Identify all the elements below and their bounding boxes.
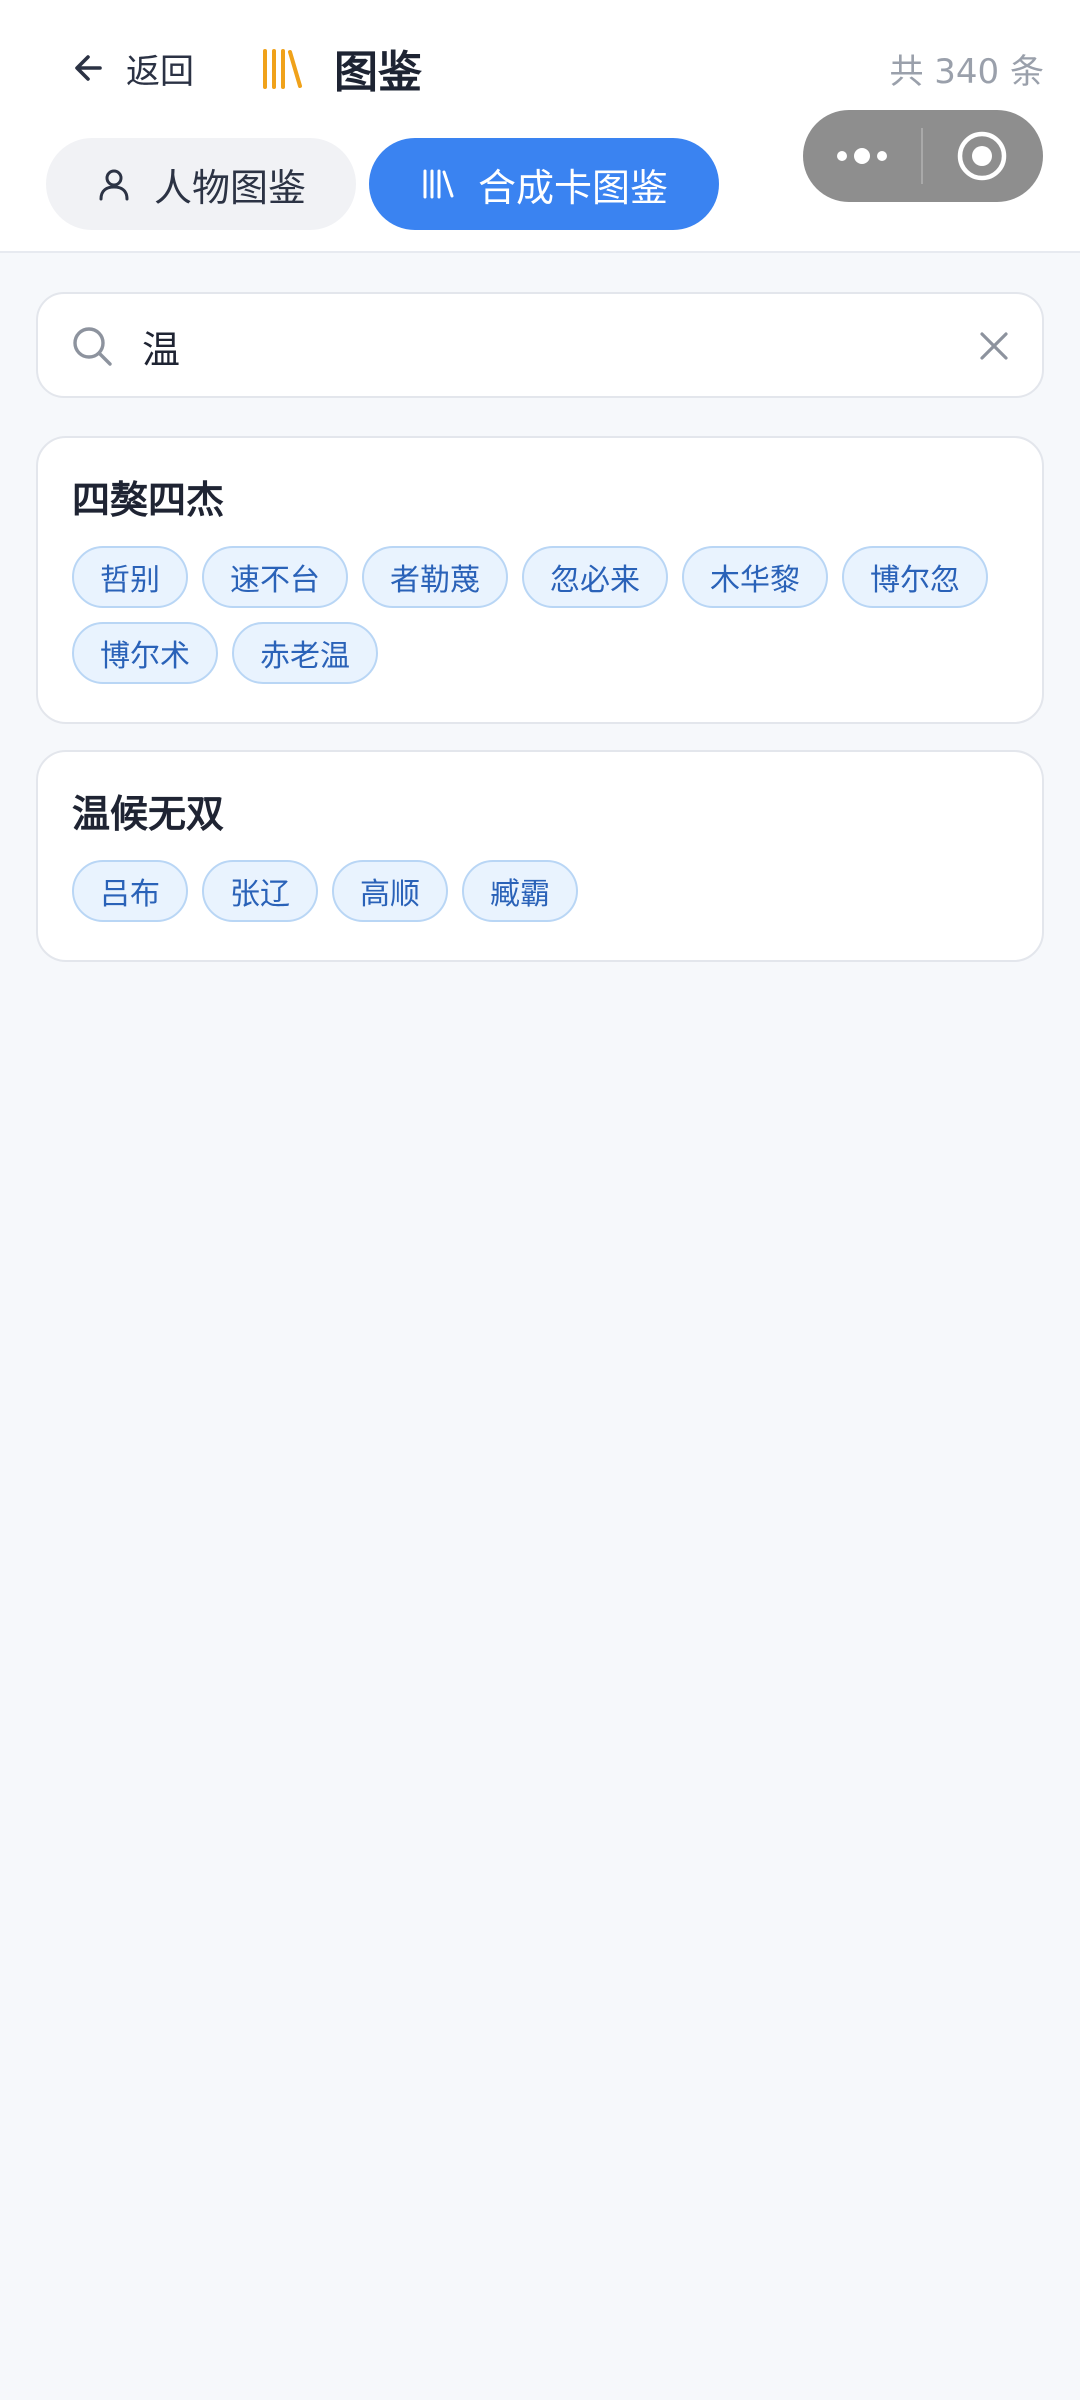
member-chip[interactable]: 臧霸 [462, 860, 578, 922]
total-count: 共 340 条 [889, 52, 1044, 92]
member-chip[interactable]: 博尔忽 [842, 546, 988, 608]
search-icon [73, 327, 112, 366]
clear-icon[interactable] [976, 328, 1012, 364]
tab-label: 合成卡图鉴 [477, 165, 668, 210]
search-input[interactable] [142, 312, 962, 380]
member-chip[interactable]: 木华黎 [682, 546, 828, 608]
library-icon [263, 49, 302, 89]
back-button[interactable]: 返回 [70, 40, 194, 96]
mini-program-capsule [803, 110, 1043, 202]
title-group: 图鉴 [258, 36, 422, 100]
member-chip[interactable]: 哲别 [72, 546, 188, 608]
member-chip[interactable]: 张辽 [202, 860, 318, 922]
tab-label: 人物图鉴 [153, 165, 306, 210]
more-button[interactable] [803, 110, 921, 202]
more-dots-icon [837, 148, 887, 164]
result-card: 温候无双 吕布 张辽 高顺 臧霸 [36, 750, 1044, 962]
member-chip[interactable]: 者勒蔑 [362, 546, 508, 608]
page-title: 图鉴 [334, 47, 422, 98]
member-chip[interactable]: 速不台 [202, 546, 348, 608]
search-bar [36, 292, 1044, 398]
member-chip[interactable]: 忽必来 [522, 546, 668, 608]
member-list: 哲别 速不台 者勒蔑 忽必来 木华黎 博尔忽 博尔术 赤老温 [72, 546, 1008, 684]
member-list: 吕布 张辽 高顺 臧霸 [72, 860, 1008, 922]
target-circle-icon [957, 131, 1007, 181]
tab-combo-card-gallery[interactable]: 合成卡图鉴 [369, 138, 719, 230]
member-chip[interactable]: 博尔术 [72, 622, 218, 684]
card-title: 温候无双 [72, 792, 225, 836]
back-label: 返回 [126, 51, 194, 92]
member-chip[interactable]: 赤老温 [232, 622, 378, 684]
tab-people-gallery[interactable]: 人物图鉴 [46, 138, 356, 230]
card-title: 四獒四杰 [72, 478, 225, 522]
result-card: 四獒四杰 哲别 速不台 者勒蔑 忽必来 木华黎 博尔忽 博尔术 赤老温 [36, 436, 1044, 724]
arrow-left-icon [75, 55, 102, 81]
close-miniprogram-button[interactable] [923, 110, 1041, 202]
member-chip[interactable]: 高顺 [332, 860, 448, 922]
books-icon [423, 169, 454, 199]
person-icon [99, 169, 129, 201]
member-chip[interactable]: 吕布 [72, 860, 188, 922]
top-header: 返回 图鉴 共 340 条 人物图鉴 合成卡图鉴 [0, 0, 1080, 253]
